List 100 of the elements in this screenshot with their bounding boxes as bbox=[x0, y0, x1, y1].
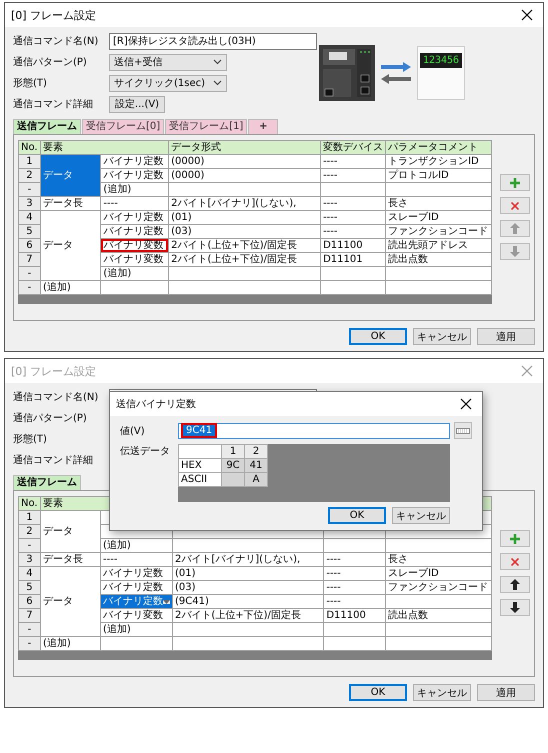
element-cell[interactable]: (追加) bbox=[40, 280, 101, 294]
dialog-button[interactable]: キャンセル bbox=[413, 684, 471, 701]
row-number: 1 bbox=[18, 154, 40, 168]
dropdown[interactable]: 送信+受信 bbox=[109, 54, 227, 70]
element-cell[interactable]: データ長 bbox=[40, 196, 101, 210]
table-cell: 読出点数 bbox=[386, 252, 492, 266]
table-cell: 2バイト(上位+下位)/固定長 bbox=[172, 608, 324, 622]
caret-icon bbox=[163, 600, 170, 604]
row-number: 1 bbox=[18, 510, 40, 524]
table-cell: 2バイト(上位+下位)/固定長 bbox=[168, 252, 321, 266]
type-cell[interactable]: バイナリ定数 bbox=[100, 594, 172, 608]
type-cell[interactable]: バイナリ定数 bbox=[100, 154, 169, 168]
element-cell[interactable]: データ bbox=[40, 510, 100, 552]
element-cell[interactable]: データ長 bbox=[40, 552, 100, 566]
dropdown[interactable]: サイクリック(1sec) bbox=[109, 74, 227, 92]
dialog-button[interactable]: OK bbox=[328, 507, 386, 524]
delete-button[interactable] bbox=[500, 197, 530, 214]
type-cell[interactable]: バイナリ定数 bbox=[100, 580, 172, 594]
type-cell[interactable]: バイナリ定数 bbox=[100, 566, 172, 580]
field-label: 通信コマンド詳細 bbox=[13, 98, 94, 111]
arrow-up-icon bbox=[510, 223, 520, 234]
tab[interactable]: 受信フレーム[0] bbox=[82, 119, 164, 134]
type-cell[interactable]: バイナリ定数 bbox=[100, 168, 169, 182]
table-cell: スレーブID bbox=[386, 566, 492, 580]
text-field[interactable]: [R]保持レジスタ読み出し(03H) bbox=[109, 32, 317, 50]
type-cell[interactable] bbox=[100, 636, 172, 650]
field-label: 通信パターン(P) bbox=[13, 412, 88, 425]
column-header: データ形式 bbox=[168, 140, 321, 154]
table-cell: ---- bbox=[324, 552, 386, 566]
type-cell[interactable]: バイナリ変数 bbox=[100, 238, 169, 252]
type-cell[interactable]: バイナリ定数 bbox=[100, 224, 169, 238]
row-header: HEX bbox=[178, 458, 222, 472]
element-cell[interactable]: データ bbox=[40, 210, 101, 280]
chevron-down-icon bbox=[213, 80, 222, 86]
keyboard-button[interactable] bbox=[454, 422, 472, 439]
column-header: No. bbox=[18, 496, 40, 510]
table-cell: プロトコルID bbox=[386, 168, 492, 182]
type-cell[interactable]: バイナリ変数 bbox=[100, 252, 169, 266]
table-cell bbox=[320, 266, 386, 280]
row-number: 4 bbox=[18, 210, 40, 224]
table-cell: ---- bbox=[320, 196, 386, 210]
type-cell[interactable]: (追加) bbox=[100, 266, 169, 280]
table-cell: トランザクションID bbox=[386, 154, 492, 168]
row-number: 2 bbox=[18, 168, 40, 182]
row-number: 3 bbox=[18, 196, 40, 210]
add-button[interactable] bbox=[500, 174, 530, 191]
row-number: - bbox=[18, 182, 40, 196]
add-button[interactable] bbox=[500, 530, 530, 547]
row-number: - bbox=[18, 280, 40, 294]
table-cell: ファンクションコード bbox=[386, 580, 492, 594]
row-number: 2 bbox=[18, 524, 40, 538]
row-number: 6 bbox=[18, 238, 40, 252]
move-up-button[interactable] bbox=[500, 576, 530, 593]
row-number: 4 bbox=[18, 566, 40, 580]
close-icon bbox=[521, 365, 533, 377]
move-down-button[interactable] bbox=[500, 599, 530, 616]
table-cell: D11101 bbox=[320, 252, 386, 266]
table-cell: 2バイト[バイナリ](しない), bbox=[172, 552, 324, 566]
element-cell[interactable]: データ bbox=[40, 566, 100, 636]
type-cell[interactable]: ---- bbox=[100, 196, 169, 210]
field-label: 伝送データ bbox=[120, 445, 171, 458]
tab[interactable]: 受信フレーム[1] bbox=[165, 119, 248, 134]
type-cell[interactable]: バイナリ変数 bbox=[100, 608, 172, 622]
type-cell[interactable]: バイナリ定数 bbox=[100, 210, 169, 224]
window-title: [0] フレーム設定 bbox=[11, 8, 96, 22]
dialog-button[interactable]: OK bbox=[349, 684, 407, 701]
table-cell: ファンクションコード bbox=[386, 224, 492, 238]
type-cell[interactable] bbox=[100, 280, 169, 294]
value-field[interactable]: 9C41 bbox=[178, 422, 450, 438]
delete-button[interactable] bbox=[500, 553, 530, 570]
table-cell: D11100 bbox=[320, 238, 386, 252]
meter-reading: 123456 bbox=[422, 54, 460, 66]
type-cell[interactable]: (追加) bbox=[100, 538, 172, 552]
row-number: 5 bbox=[18, 224, 40, 238]
settings-button[interactable]: 設定...(V) bbox=[109, 96, 165, 112]
element-cell[interactable]: (追加) bbox=[40, 636, 100, 650]
type-cell[interactable]: (追加) bbox=[100, 622, 172, 636]
table-cell: 読出先頭アドレス bbox=[386, 238, 492, 252]
element-cell[interactable]: データ bbox=[40, 154, 101, 196]
value-text: 9C41 bbox=[181, 423, 218, 438]
tab[interactable]: 送信フレーム bbox=[13, 475, 81, 490]
table-cell bbox=[320, 182, 386, 196]
table-cell: D11100 bbox=[324, 608, 386, 622]
dialog-button[interactable]: 適用 bbox=[477, 328, 535, 345]
type-cell[interactable]: ---- bbox=[100, 552, 172, 566]
dialog-button[interactable]: 適用 bbox=[477, 684, 535, 701]
window-title: [0] フレーム設定 bbox=[11, 364, 96, 378]
column-header: 2 bbox=[244, 444, 268, 458]
arrow-down-icon bbox=[510, 602, 520, 613]
table-cell bbox=[324, 636, 386, 650]
dialog-button[interactable]: キャンセル bbox=[392, 507, 450, 524]
tab[interactable]: 送信フレーム bbox=[13, 119, 81, 134]
type-cell[interactable]: (追加) bbox=[100, 182, 169, 196]
dialog-button[interactable]: キャンセル bbox=[413, 328, 471, 345]
table-cell: ---- bbox=[320, 168, 386, 182]
add-tab[interactable]: + bbox=[248, 119, 278, 134]
dialog-button[interactable]: OK bbox=[349, 328, 407, 345]
window-title: 送信バイナリ定数 bbox=[116, 398, 196, 411]
row-number: 5 bbox=[18, 580, 40, 594]
arrow-up-icon bbox=[510, 579, 520, 590]
